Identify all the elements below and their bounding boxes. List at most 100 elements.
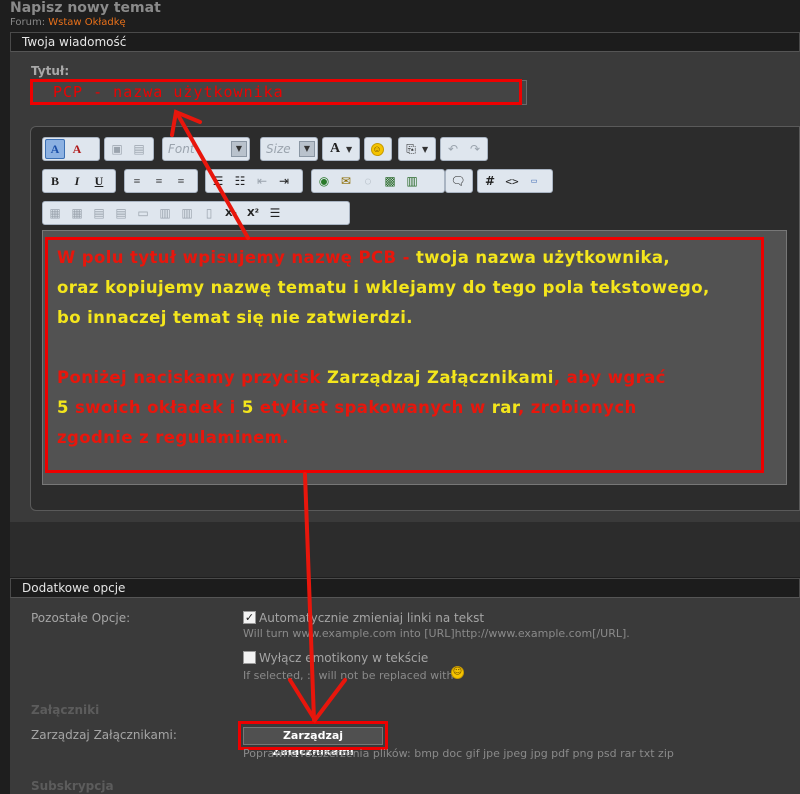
outdent-icon[interactable]: ⇤ <box>252 171 272 191</box>
italic-button[interactable]: I <box>67 171 87 191</box>
manage-attachments-button[interactable]: Zarządzaj Załącznikami <box>243 727 383 758</box>
smiley-icon: ☺ <box>367 139 387 159</box>
toolbar-group-insert: ◉ ✉ ◌ ▩ ▥ <box>311 169 445 193</box>
attach-dropdown[interactable]: ⎘ ▼ <box>398 137 436 161</box>
align-right-icon[interactable]: ≡ <box>171 171 191 191</box>
editor-text-red: Poniżej naciskamy przycisk <box>57 368 328 387</box>
bold-button[interactable]: B <box>45 171 65 191</box>
editor-line-5: 5 swoich okładek i 5 etykiet spakowanych… <box>57 393 757 423</box>
superscript-button[interactable]: X² <box>243 203 263 223</box>
smilies-button[interactable]: ☺ <box>364 137 392 161</box>
email-icon[interactable]: ✉ <box>336 171 356 191</box>
auto-links-checkbox[interactable]: ✓ <box>243 611 256 624</box>
font-select-value: Font <box>168 142 195 156</box>
paste-word-icon[interactable]: ▤ <box>129 139 149 159</box>
toolbar-group-text-style: B I U <box>42 169 116 193</box>
subscription-heading: Subskrypcja <box>31 779 114 793</box>
code-icon[interactable]: <> <box>502 171 522 191</box>
subscript-button[interactable]: X₂ <box>221 203 241 223</box>
col-left-icon[interactable]: ▥ <box>155 203 175 223</box>
editor-text-yellow: Zarządzaj Załącznikami <box>327 368 554 387</box>
message-section-header: Twoja wiadomość <box>10 32 800 52</box>
editor-text-yellow: oraz kopiujemy nazwę tematu i wklejamy d… <box>57 278 710 297</box>
options-section-header: Dodatkowe opcje <box>10 578 800 598</box>
editor-text-red: zgodnie z regulaminem. <box>57 428 289 447</box>
paste-text-icon[interactable]: ▣ <box>107 139 127 159</box>
editor-text-red: , zrobionych <box>517 398 637 417</box>
disable-smilies-help: If selected, :) will not be replaced wit… <box>243 669 454 682</box>
toolbar-group-code: # <> ▭ <box>477 169 553 193</box>
attachments-label: Zarządzaj Załącznikami: <box>31 728 177 742</box>
disable-smilies-label: Wyłącz emotikony w tekście <box>259 651 429 665</box>
unordered-list-icon[interactable]: ☷ <box>230 171 250 191</box>
check-mark-icon: ✓ <box>244 611 255 624</box>
font-color-icon: A <box>329 141 341 156</box>
toolbar-group-history: ↶ ↷ <box>440 137 488 161</box>
editor-content: W polu tytuł wpisujemy nazwę PCB - twoja… <box>57 243 757 453</box>
editor-text-red: , aby wgrać <box>553 368 666 387</box>
editor-text-yellow: 5 <box>241 398 260 417</box>
link-icon[interactable]: ◉ <box>314 171 334 191</box>
editor-text-yellow: twoja nazwa użytkownika, <box>415 248 671 267</box>
other-options-label: Pozostałe Opcje: <box>31 611 131 625</box>
forum-breadcrumb: Forum: Wstaw Okładkę <box>10 17 126 28</box>
editor-text-yellow: bo innaczej temat się nie zatwierdzi. <box>57 308 413 327</box>
chevron-down-icon: ▼ <box>422 144 429 154</box>
editor-line-2: oraz kopiujemy nazwę tematu i wklejamy d… <box>57 273 757 303</box>
text-color-icon[interactable]: A <box>45 139 65 159</box>
video-icon[interactable]: ▥ <box>402 171 422 191</box>
message-panel-footer <box>10 522 800 577</box>
row-above-icon[interactable]: ▤ <box>89 203 109 223</box>
image-icon[interactable]: ▩ <box>380 171 400 191</box>
auto-links-help: Will turn www.example.com into [URL]http… <box>243 627 630 640</box>
editor-text-red: etykiet spakowanych w <box>259 398 492 417</box>
editor-line-4: Poniżej naciskamy przycisk Zarządzaj Zał… <box>57 363 757 393</box>
chevron-down-icon: ▼ <box>231 141 247 157</box>
underline-button[interactable]: U <box>89 171 109 191</box>
attachments-help: Poprawne rozszerzenia plików: bmp doc gi… <box>243 747 674 760</box>
editor-text-yellow: 5 <box>57 398 76 417</box>
delete-row-icon[interactable]: ▭ <box>133 203 153 223</box>
page-title: Napisz nowy temat <box>10 0 161 16</box>
editor-text-red: W polu tytuł wpisujemy nazwę PCB - <box>57 248 416 267</box>
editor-line-1: W polu tytuł wpisujemy nazwę PCB - twoja… <box>57 243 757 273</box>
align-left-icon[interactable]: ≡ <box>127 171 147 191</box>
forum-prefix: Forum: <box>10 17 46 28</box>
row-below-icon[interactable]: ▤ <box>111 203 131 223</box>
toolbar-group-lists: ☰ ☷ ⇤ ⇥ <box>205 169 303 193</box>
redo-icon[interactable]: ↷ <box>465 139 485 159</box>
editor-line-6: zgodnie z regulaminem. <box>57 423 757 453</box>
horizontal-rule-icon[interactable]: ☰ <box>265 203 285 223</box>
php-icon[interactable]: ▭ <box>524 171 544 191</box>
toolbar-group-clipboard: ▣ ▤ <box>104 137 154 161</box>
forum-link[interactable]: Wstaw Okładkę <box>48 17 125 28</box>
remove-format-icon[interactable]: A <box>67 139 87 159</box>
editor-text-yellow: rar <box>491 398 518 417</box>
undo-icon[interactable]: ↶ <box>443 139 463 159</box>
smiley-face-icon: ☺ <box>370 142 384 156</box>
title-input[interactable]: PCP - nazwa użytkownika <box>30 80 527 105</box>
editor-blank-line <box>57 333 757 363</box>
table-icon[interactable]: ▦ <box>45 203 65 223</box>
font-color-dropdown[interactable]: A ▼ <box>322 137 360 161</box>
disable-smilies-checkbox[interactable] <box>243 651 256 664</box>
toolbar-group-format: A A <box>42 137 100 161</box>
ordered-list-icon[interactable]: ☰ <box>208 171 228 191</box>
col-right-icon[interactable]: ▥ <box>177 203 197 223</box>
hash-icon[interactable]: # <box>480 171 500 191</box>
table-props-icon[interactable]: ▦ <box>67 203 87 223</box>
size-select[interactable]: Size ▼ <box>260 137 318 161</box>
quote-icon: 🗨 <box>450 173 466 188</box>
smiley-icon: ☺ <box>451 666 464 679</box>
quote-button[interactable]: 🗨 <box>445 169 473 193</box>
chevron-down-icon: ▼ <box>346 144 353 154</box>
font-select[interactable]: Font ▼ <box>162 137 250 161</box>
toolbar-group-table: ▦ ▦ ▤ ▤ ▭ ▥ ▥ ▯ X₂ X² ☰ <box>42 201 350 225</box>
indent-icon[interactable]: ⇥ <box>274 171 294 191</box>
align-center-icon[interactable]: ≡ <box>149 171 169 191</box>
unlink-icon[interactable]: ◌ <box>358 171 378 191</box>
attachments-heading: Załączniki <box>31 703 100 717</box>
delete-col-icon[interactable]: ▯ <box>199 203 219 223</box>
editor-line-3: bo innaczej temat się nie zatwierdzi. <box>57 303 757 333</box>
size-select-value: Size <box>266 142 291 156</box>
